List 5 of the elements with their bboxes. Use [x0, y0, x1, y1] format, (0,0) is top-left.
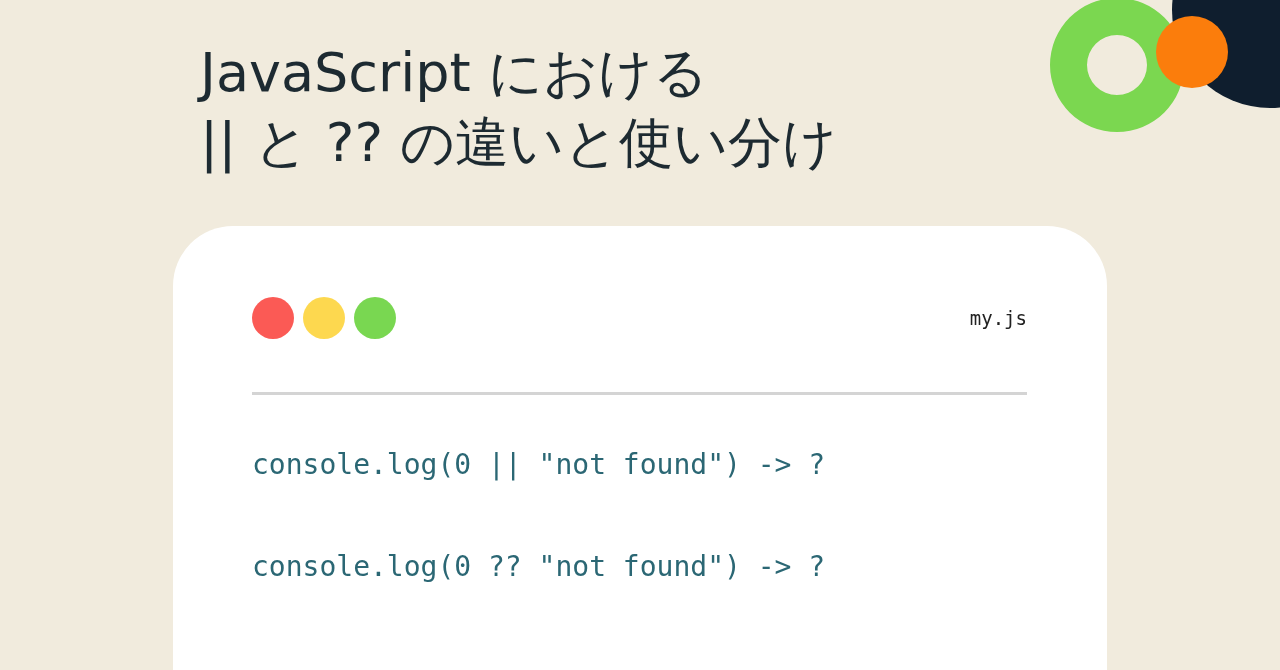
file-name: my.js: [969, 307, 1027, 329]
code-line: console.log(0 || "not found") -> ?: [252, 447, 827, 483]
title-text: || と ?? の違いと使い分け: [200, 110, 838, 176]
code-line: console.log(0 ?? "not found") -> ?: [252, 549, 827, 585]
small-circle-shape: [1156, 16, 1228, 88]
